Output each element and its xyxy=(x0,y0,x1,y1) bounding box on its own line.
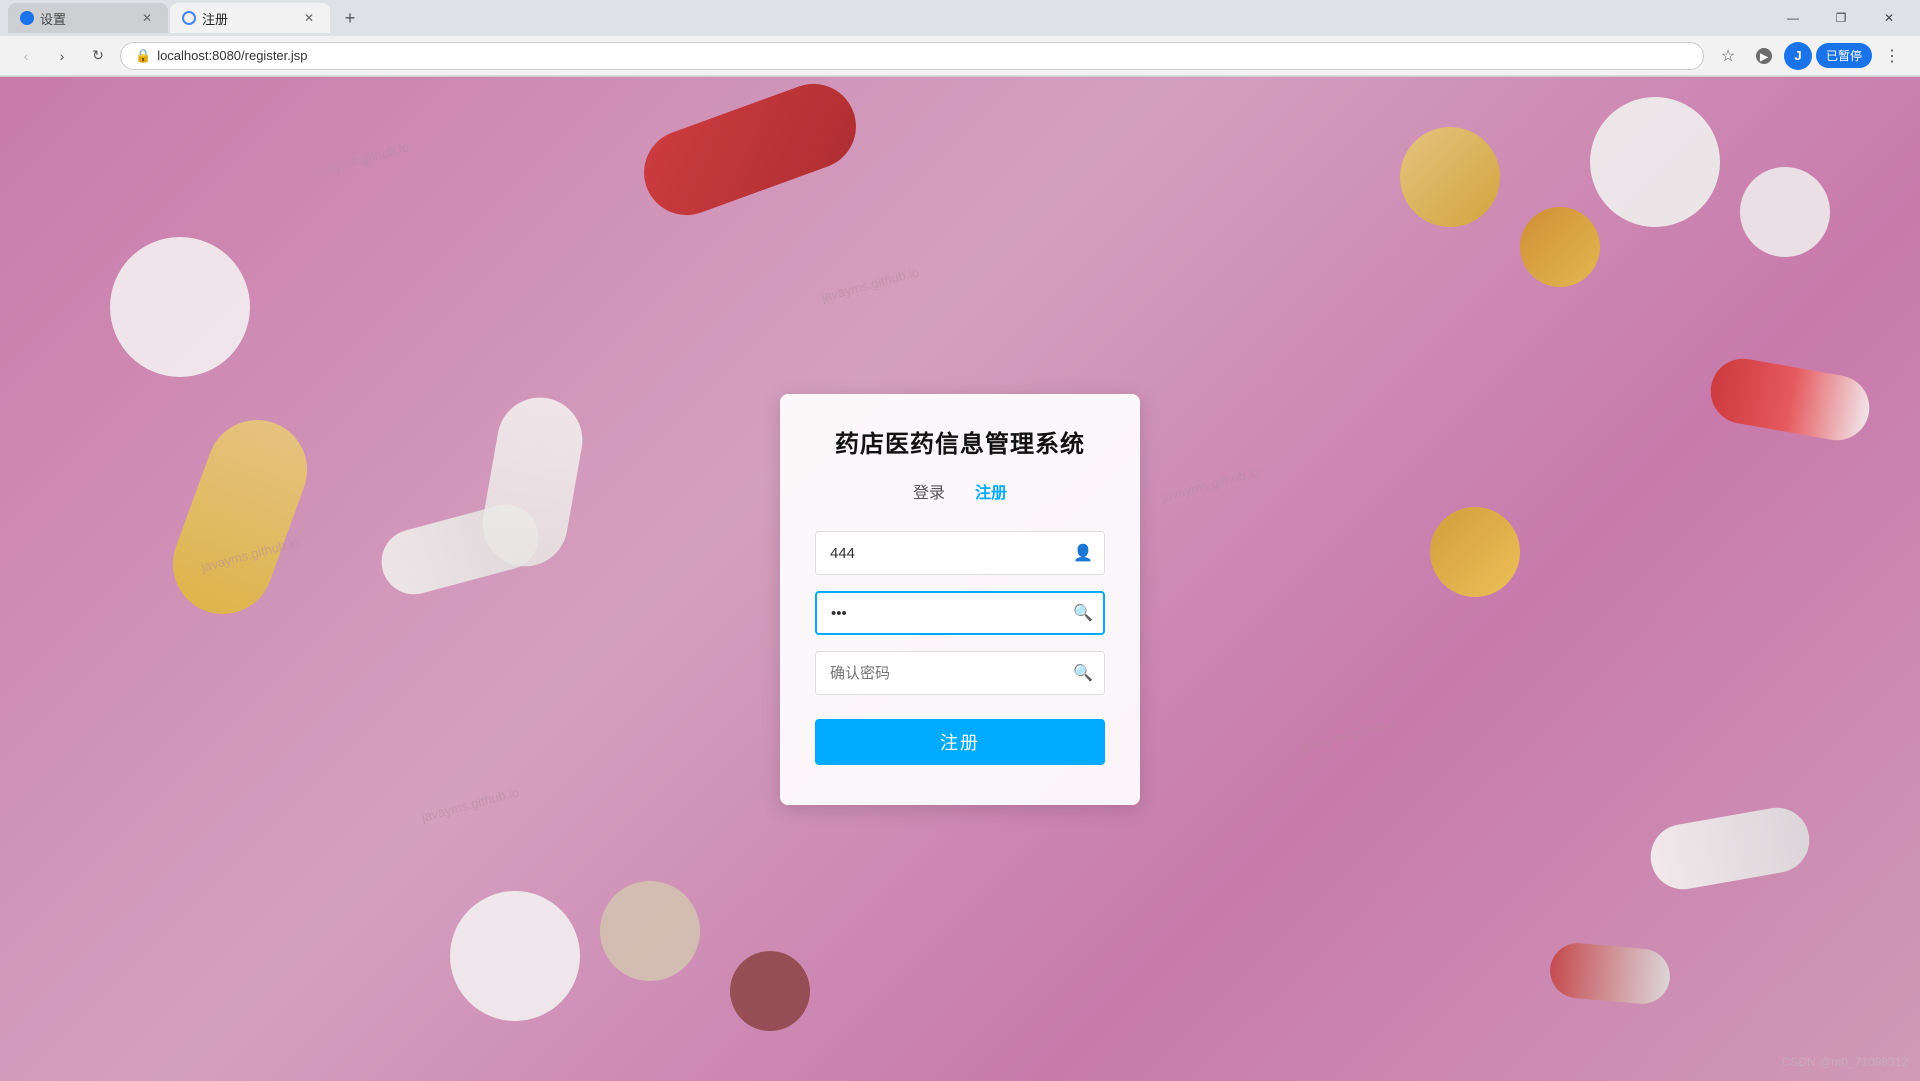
pill-gold-round-right xyxy=(1430,507,1520,597)
pill-round-beige-bottom xyxy=(600,881,700,981)
username-input[interactable] xyxy=(815,531,1105,575)
form-tabs: 登录 注册 xyxy=(815,479,1105,507)
new-tab-button[interactable]: + xyxy=(336,4,364,32)
password-input[interactable] xyxy=(815,591,1105,635)
pill-round-bottom-left xyxy=(450,891,580,1021)
form-card: 药店医药信息管理系统 登录 注册 👤 🔍 🔍 注册 xyxy=(780,394,1140,805)
browser-actions: ☆ ▶ J 已暂停 ⋮ xyxy=(1712,40,1908,72)
reload-button[interactable]: ↻ xyxy=(84,42,112,70)
address-text: localhost:8080/register.jsp xyxy=(157,48,307,63)
gear-icon xyxy=(20,11,34,25)
address-bar: ‹ › ↻ 🔒 localhost:8080/register.jsp ☆ ▶ … xyxy=(0,36,1920,76)
pill-dark-round-bottom xyxy=(730,951,810,1031)
password-group: 🔍 xyxy=(815,591,1105,635)
globe-icon xyxy=(182,11,196,25)
pill-white-top-right xyxy=(1590,97,1720,227)
pill-white-top-far-right xyxy=(1740,167,1830,257)
tab-register[interactable]: 注册 ✕ xyxy=(170,3,330,33)
window-controls: — ❐ ✕ xyxy=(1770,0,1912,36)
confirm-password-icon: 🔍 xyxy=(1073,663,1093,683)
pill-white-left xyxy=(110,237,250,377)
forward-button[interactable]: › xyxy=(48,42,76,70)
pill-gold-round-top-center xyxy=(1520,207,1600,287)
close-button[interactable]: ✕ xyxy=(1866,0,1912,36)
tab-register-close[interactable]: ✕ xyxy=(300,9,318,27)
tab-settings-label: 设置 xyxy=(40,9,66,28)
profile-button[interactable]: J xyxy=(1784,42,1812,70)
tab-bar: 设置 ✕ 注册 ✕ + — ❐ ✕ xyxy=(0,0,1920,36)
minimize-button[interactable]: — xyxy=(1770,0,1816,36)
confirm-password-group: 🔍 xyxy=(815,651,1105,695)
address-input[interactable]: 🔒 localhost:8080/register.jsp xyxy=(120,42,1704,70)
tab-register-label: 注册 xyxy=(202,9,228,28)
svg-text:▶: ▶ xyxy=(1759,52,1769,63)
csdn-watermark: CSDN @m0_71098312 xyxy=(1782,1055,1908,1069)
back-button[interactable]: ‹ xyxy=(12,42,40,70)
form-title: 药店医药信息管理系统 xyxy=(815,424,1105,459)
username-group: 👤 xyxy=(815,531,1105,575)
paused-button[interactable]: 已暂停 xyxy=(1816,43,1872,68)
password-icon: 🔍 xyxy=(1073,603,1093,623)
menu-button[interactable]: ⋮ xyxy=(1876,40,1908,72)
tab-settings[interactable]: 设置 ✕ xyxy=(8,3,168,33)
tab-login[interactable]: 登录 xyxy=(913,479,945,507)
bookmark-button[interactable]: ☆ xyxy=(1712,40,1744,72)
extension-button[interactable]: ▶ xyxy=(1748,40,1780,72)
tab-settings-close[interactable]: ✕ xyxy=(138,9,156,27)
register-button[interactable]: 注册 xyxy=(815,719,1105,765)
extension-icon: ▶ xyxy=(1755,47,1773,65)
pill-gold-top-right xyxy=(1400,127,1500,227)
user-icon: 👤 xyxy=(1073,543,1093,563)
tab-register-form[interactable]: 注册 xyxy=(975,479,1007,507)
maximize-button[interactable]: ❐ xyxy=(1818,0,1864,36)
page-content: javayms.github.io javayms.github.io java… xyxy=(0,77,1920,1081)
browser-chrome: 设置 ✕ 注册 ✕ + — ❐ ✕ ‹ › ↻ 🔒 localhost:8080… xyxy=(0,0,1920,77)
confirm-password-input[interactable] xyxy=(815,651,1105,695)
profile-area[interactable]: J 已暂停 xyxy=(1784,42,1872,70)
